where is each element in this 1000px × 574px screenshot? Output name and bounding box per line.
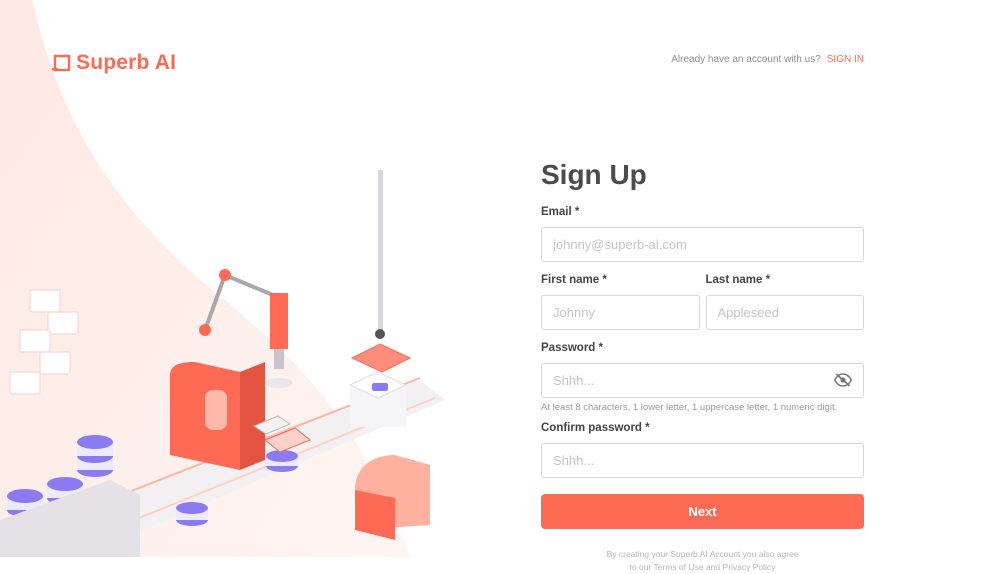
terms-link[interactable]: Terms of Use [654, 562, 704, 572]
brand-name: Superb AI [76, 51, 177, 74]
signin-prompt: Already have an account with us? SIGN IN [671, 54, 864, 65]
page-title: Sign Up [541, 159, 647, 190]
brand-logo[interactable]: Superb AI [52, 51, 176, 75]
name-row: First name * Last name * [541, 274, 864, 330]
legal-prefix: to our [629, 562, 652, 572]
email-group: Email * [541, 206, 864, 262]
password-wrapper [541, 363, 864, 398]
legal-line-2: to our Terms of Use and Privacy Policy [541, 561, 864, 574]
last-name-field[interactable] [705, 295, 864, 330]
eye-off-icon[interactable] [834, 373, 852, 387]
legal-notice: By creating your Superb AI Account you a… [541, 548, 864, 574]
confirm-password-group: Confirm password * [541, 422, 864, 478]
password-field[interactable] [541, 363, 864, 398]
sign-in-link[interactable]: SIGN IN [827, 54, 864, 65]
password-label: Password * [541, 342, 603, 354]
last-name-group: Last name * [705, 274, 864, 330]
first-name-field[interactable] [541, 295, 700, 330]
email-label: Email * [541, 206, 580, 218]
first-name-label: First name * [541, 274, 607, 286]
password-group: Password * At least 8 characters, 1 lowe… [541, 342, 864, 413]
confirm-password-field[interactable] [541, 443, 864, 478]
legal-and: and [705, 562, 721, 572]
password-hint: At least 8 characters, 1 lower letter, 1… [541, 402, 838, 413]
last-name-label: Last name * [705, 274, 771, 286]
legal-line-1: By creating your Superb AI Account you a… [606, 549, 799, 559]
confirm-password-label: Confirm password * [541, 422, 650, 434]
next-button[interactable]: Next [541, 494, 864, 529]
privacy-link[interactable]: Privacy Policy [723, 562, 776, 572]
account-question: Already have an account with us? [671, 54, 821, 65]
signup-form: Sign Up Email * First name * Last name *… [541, 158, 864, 574]
logo-mark-icon [52, 54, 71, 72]
first-name-group: First name * [541, 274, 700, 330]
hero-illustration [0, 0, 445, 557]
email-field[interactable] [541, 227, 864, 262]
